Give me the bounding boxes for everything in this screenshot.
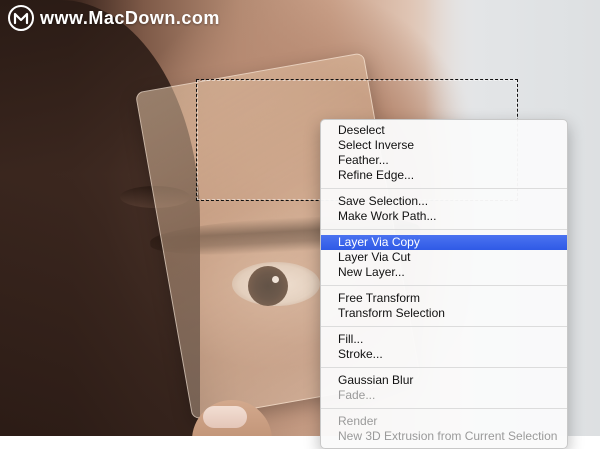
menu-item-fill[interactable]: Fill... bbox=[321, 332, 567, 347]
m-logo-glyph bbox=[13, 12, 29, 25]
menu-item-stroke[interactable]: Stroke... bbox=[321, 347, 567, 362]
fingernail bbox=[203, 406, 247, 428]
menu-separator bbox=[321, 408, 567, 409]
menu-separator bbox=[321, 229, 567, 230]
context-menu: Deselect Select Inverse Feather... Refine E… bbox=[320, 119, 568, 449]
macdown-logo-icon bbox=[8, 5, 34, 31]
menu-item-gaussian-blur[interactable]: Gaussian Blur bbox=[321, 373, 567, 388]
watermark: www.MacDown.com bbox=[8, 5, 220, 31]
watermark-text: www.MacDown.com bbox=[40, 7, 220, 28]
menu-item-deselect[interactable]: Deselect bbox=[321, 123, 567, 138]
menu-item-fade: Fade... bbox=[338, 388, 376, 402]
menu-item-transform-selection[interactable]: Transform Selection bbox=[321, 306, 567, 321]
menu-item-select-inverse[interactable]: Select Inverse bbox=[321, 138, 567, 153]
menu-separator bbox=[321, 367, 567, 368]
menu-item-render: Render bbox=[338, 414, 378, 428]
menu-separator bbox=[321, 188, 567, 189]
menu-item-make-work-path[interactable]: Make Work Path... bbox=[321, 209, 567, 224]
menu-item-free-transform[interactable]: Free Transform bbox=[321, 291, 567, 306]
menu-item-layer-via-cut[interactable]: Layer Via Cut bbox=[321, 250, 567, 265]
menu-item-new-3d-extrusion-from-current-selection: New 3D Extrusion from Current Selection bbox=[338, 429, 558, 443]
menu-separator bbox=[321, 326, 567, 327]
menu-item-layer-via-copy[interactable]: Layer Via Copy bbox=[321, 235, 567, 250]
menu-item-save-selection[interactable]: Save Selection... bbox=[321, 194, 567, 209]
menu-separator bbox=[321, 285, 567, 286]
menu-item-feather[interactable]: Feather... bbox=[321, 153, 567, 168]
menu-item-refine-edge[interactable]: Refine Edge... bbox=[321, 168, 567, 183]
menu-item-new-layer[interactable]: New Layer... bbox=[321, 265, 567, 280]
